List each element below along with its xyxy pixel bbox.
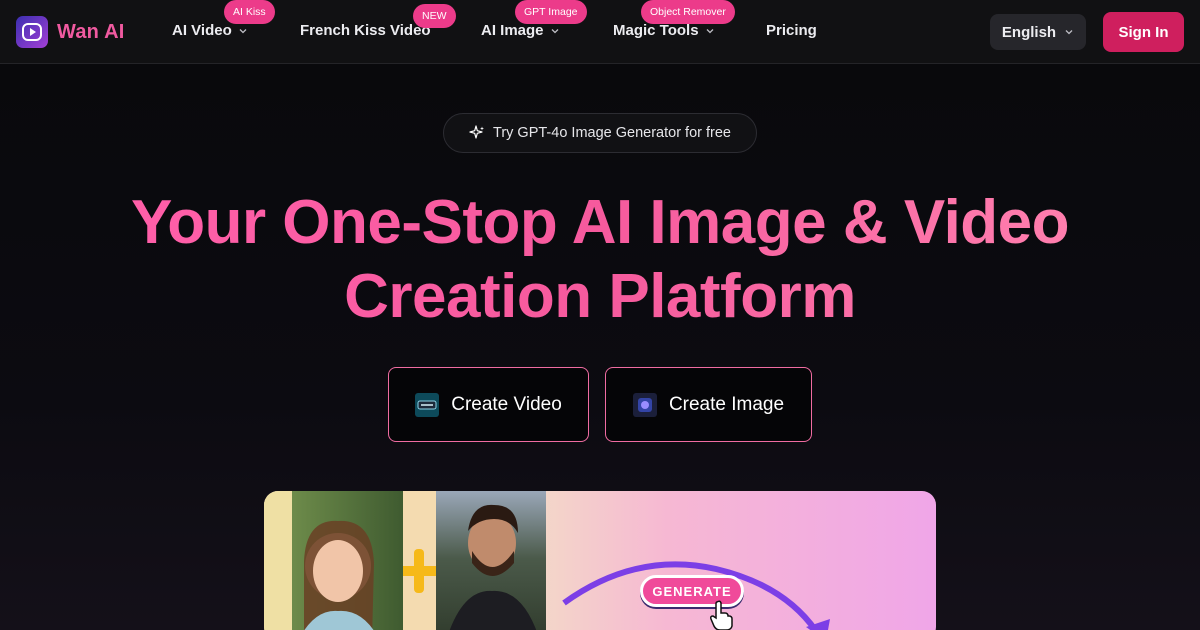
nav-ai-image[interactable]: AI Image xyxy=(481,22,560,39)
promo-text: Try GPT-4o Image Generator for free xyxy=(493,125,731,141)
image-thumb-icon xyxy=(632,392,657,417)
create-image-label: Create Image xyxy=(668,393,785,415)
brand-name: Wan AI xyxy=(57,20,125,43)
nav-pricing-label: Pricing xyxy=(766,22,817,39)
chevron-down-icon xyxy=(706,28,714,33)
nav-ai-image-label: AI Image xyxy=(481,22,544,39)
language-select[interactable]: English xyxy=(990,14,1086,50)
create-video-button[interactable]: Create Video xyxy=(388,367,589,442)
chevron-down-icon xyxy=(551,28,558,33)
hero-title: Your One-Stop AI Image & Video Creation … xyxy=(0,186,1200,334)
language-label: English xyxy=(1001,23,1057,41)
nav-ai-video-label: AI Video xyxy=(172,22,232,39)
logo-play-icon xyxy=(16,16,48,48)
badge-ai-kiss: AI Kiss xyxy=(224,0,275,24)
video-thumb-icon xyxy=(415,392,440,417)
generate-arc-arrow-icon xyxy=(562,561,830,630)
create-image-button[interactable]: Create Image xyxy=(605,367,812,442)
hero-title-line-2: Creation Platform xyxy=(344,262,856,331)
brand-logo[interactable]: Wan AI xyxy=(16,16,125,48)
nav-pricing[interactable]: Pricing xyxy=(766,22,817,39)
nav-ai-video[interactable]: AI Video xyxy=(172,22,248,39)
badge-gpt-image: GPT Image xyxy=(515,0,587,24)
hero-title-line-1: Your One-Stop AI Image & Video xyxy=(130,188,1070,257)
sparkle-icon xyxy=(469,125,484,139)
nav-magic-tools[interactable]: Magic Tools xyxy=(613,22,715,39)
top-navbar: Wan AI AI Video AI Kiss French Kiss Vide… xyxy=(0,0,1200,64)
create-video-label: Create Video xyxy=(451,393,562,415)
nav-french-kiss-video-label: French Kiss Video xyxy=(300,22,431,39)
sign-in-button[interactable]: Sign In xyxy=(1103,12,1184,52)
promo-pill[interactable]: Try GPT-4o Image Generator for free xyxy=(443,113,757,153)
preview-banner xyxy=(264,491,936,630)
chevron-down-icon xyxy=(1065,30,1073,35)
badge-new: NEW xyxy=(413,4,456,28)
pointer-hand-icon xyxy=(710,600,733,630)
nav-french-kiss-video[interactable]: French Kiss Video xyxy=(300,22,431,39)
chevron-down-icon xyxy=(239,28,247,33)
nav-magic-tools-label: Magic Tools xyxy=(613,22,699,39)
badge-object-remover: Object Remover xyxy=(641,0,735,24)
